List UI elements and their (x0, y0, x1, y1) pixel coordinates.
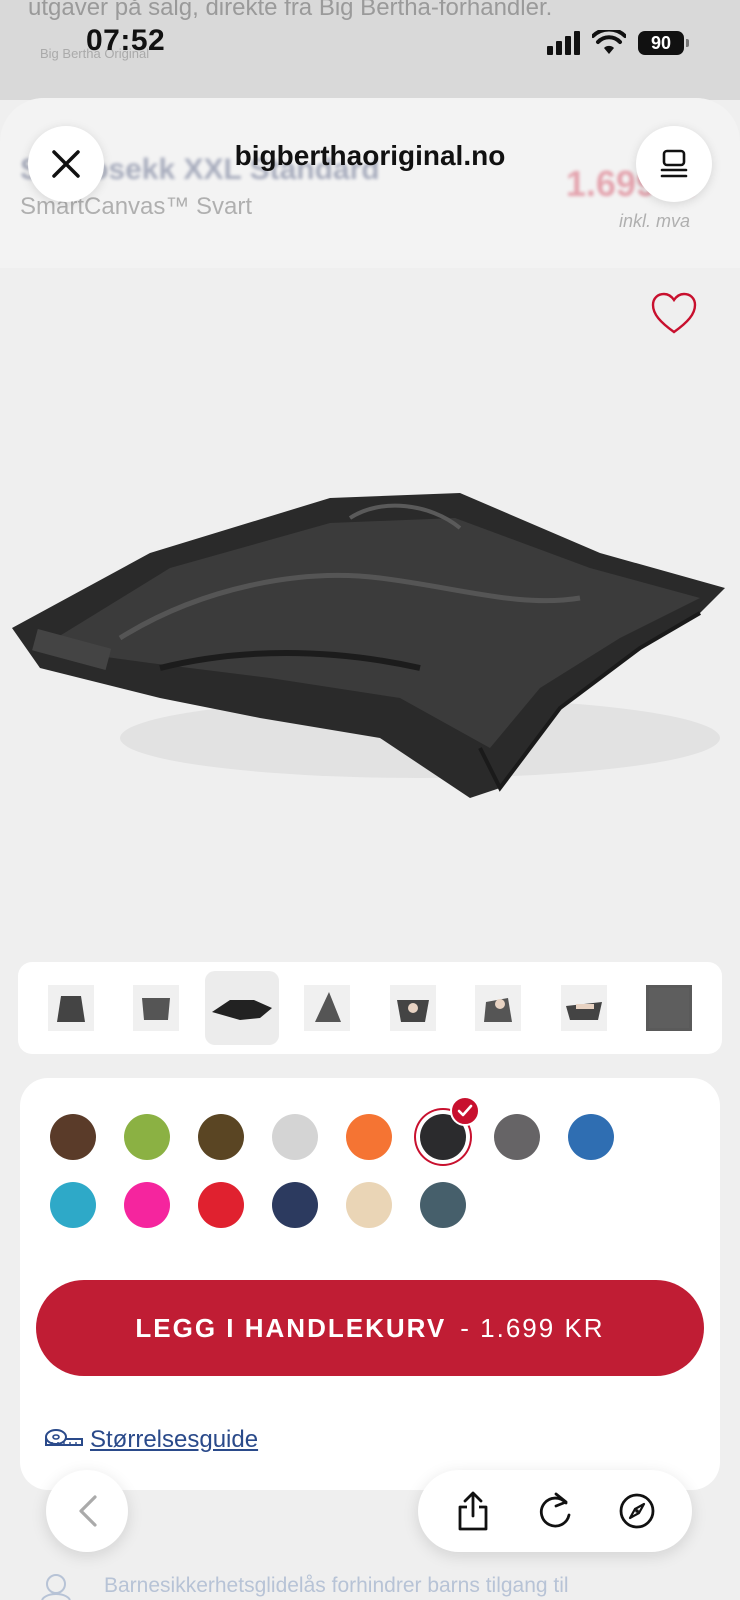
color-swatch[interactable] (50, 1114, 96, 1160)
battery-icon: 90 (638, 31, 689, 55)
browser-toolbar (418, 1470, 692, 1552)
color-swatch[interactable] (198, 1182, 244, 1228)
footer-note: Barnesikkerhetsglidelås forhindrer barns… (38, 1572, 569, 1600)
share-button[interactable] (445, 1483, 501, 1539)
product-vat: inkl. mva (618, 211, 690, 231)
color-swatch[interactable] (124, 1114, 170, 1160)
thumbnail[interactable] (376, 971, 450, 1045)
chevron-left-icon (79, 1495, 97, 1527)
sheet-header: Saccosekk XXL Standard SmartCanvas™ Svar… (0, 98, 740, 268)
thumbnail-image (396, 1000, 429, 1022)
color-swatch[interactable] (346, 1114, 392, 1160)
compass-button[interactable] (609, 1483, 665, 1539)
color-swatch[interactable] (568, 1114, 614, 1160)
measuring-tape-icon (45, 1429, 83, 1446)
color-swatch[interactable] (494, 1114, 540, 1160)
product-main-image[interactable] (0, 268, 740, 968)
status-bar: 07:52 90 (0, 0, 740, 90)
add-to-cart-label: LEGG I HANDLEKURV (135, 1312, 447, 1343)
color-swatch[interactable] (50, 1182, 96, 1228)
color-swatch[interactable] (198, 1114, 244, 1160)
favorite-heart-icon[interactable] (650, 292, 698, 336)
size-guide-label: Størrelsesguide (90, 1426, 259, 1453)
compass-icon (619, 1493, 655, 1529)
thumbnail[interactable] (461, 971, 535, 1045)
browser-sheet: Saccosekk XXL Standard SmartCanvas™ Svar… (0, 98, 740, 1600)
color-swatch[interactable] (272, 1114, 318, 1160)
size-guide-link[interactable]: Størrelsesguide (44, 1426, 258, 1454)
thumbnail-image (484, 998, 513, 1022)
color-swatch[interactable] (346, 1182, 392, 1228)
add-to-cart-price: - 1.699 KR (460, 1312, 605, 1343)
color-swatch[interactable] (272, 1182, 318, 1228)
thumbnail[interactable] (632, 971, 706, 1045)
status-icons: 90 (547, 30, 689, 56)
color-swatch[interactable] (420, 1182, 466, 1228)
page-menu-button[interactable] (636, 126, 712, 202)
beanbag-image (12, 493, 725, 798)
color-swatch-selected[interactable] (420, 1096, 480, 1160)
thumbnail-image (56, 996, 85, 1022)
thumbnail-image (142, 998, 171, 1020)
thumbnail-image (315, 992, 342, 1022)
purchase-panel: LEGG I HANDLEKURV - 1.699 KR Størrelsesg… (20, 1078, 720, 1490)
thumbnail[interactable] (290, 971, 364, 1045)
back-button[interactable] (46, 1470, 128, 1552)
thumbnail[interactable] (547, 971, 621, 1045)
reload-button[interactable] (527, 1483, 583, 1539)
page-url: bigberthaoriginal.no (234, 140, 506, 171)
color-swatch[interactable] (124, 1182, 170, 1228)
color-swatches (50, 1096, 670, 1228)
thumbnail-image (649, 988, 690, 1028)
thumbnail-selected[interactable] (204, 971, 279, 1045)
thumbnail-strip (18, 962, 722, 1054)
thumbnail[interactable] (34, 971, 108, 1045)
share-icon (458, 1491, 488, 1531)
checkmark-icon (450, 1096, 480, 1126)
footer-note-text: Barnesikkerhetsglidelås forhindrer barns… (104, 1574, 569, 1597)
wifi-icon (592, 30, 626, 54)
status-time: 07:52 (86, 24, 166, 57)
thumbnail[interactable] (119, 971, 193, 1045)
page-menu-icon (660, 149, 688, 178)
reload-icon (539, 1492, 571, 1528)
cellular-signal-icon (547, 31, 580, 55)
battery-level: 90 (650, 32, 672, 53)
add-to-cart-button[interactable]: LEGG I HANDLEKURV - 1.699 KR (36, 1280, 704, 1376)
child-safety-icon (41, 1574, 71, 1600)
thumbnail-image (211, 1000, 272, 1020)
thumbnail-image (565, 1002, 602, 1020)
